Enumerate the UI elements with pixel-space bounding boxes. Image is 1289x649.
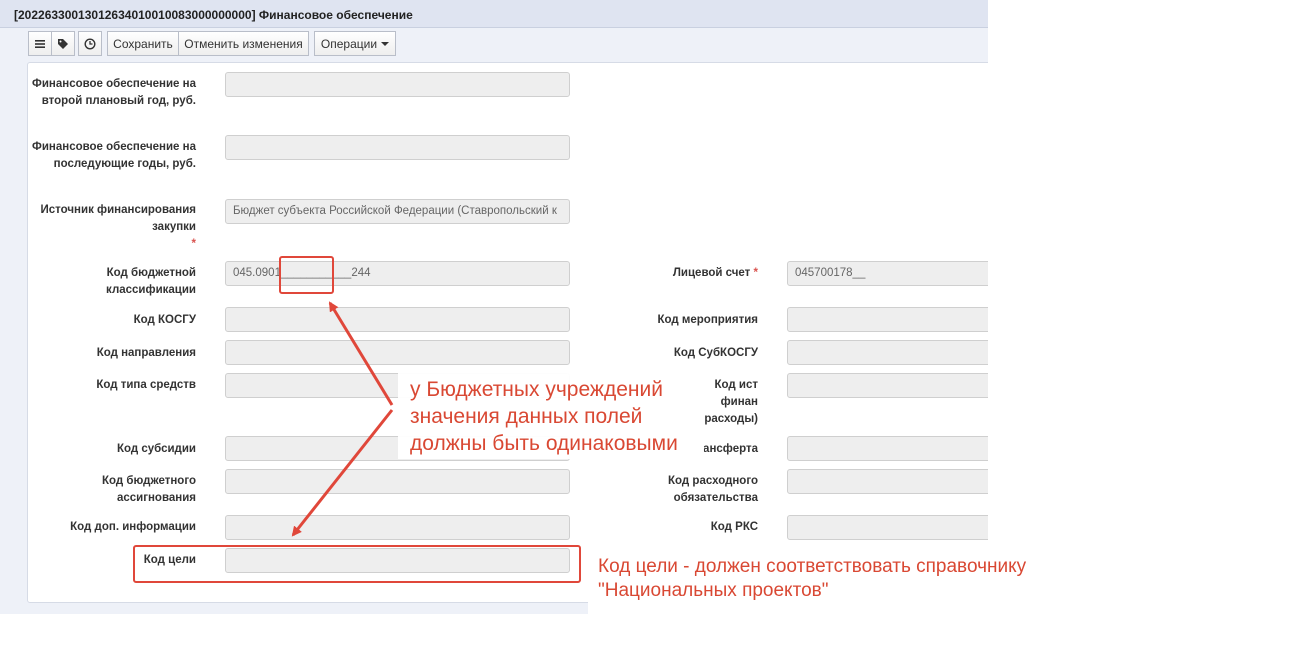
personal-account-label-text: Лицевой счет [672, 267, 751, 279]
goal-note-line: Код цели - должен соответствовать справо… [598, 556, 1027, 577]
kosgu-field[interactable] [225, 307, 570, 332]
budget-code-field[interactable]: 045.0901___________244 [225, 261, 570, 286]
label-sub-kosgu: Код СубКОСГУ [673, 347, 758, 359]
extra-info-field[interactable] [225, 515, 570, 540]
required-mark: * [753, 267, 758, 279]
event-code-field[interactable] [787, 307, 988, 332]
label-funds-type: Код типа средств [96, 379, 196, 391]
menu-button[interactable] [28, 31, 52, 56]
label-following-years: Финансовое обеспечение на последующие го… [32, 141, 196, 170]
highlight-budget-code-part [279, 256, 334, 294]
label-budget-allocation: Код бюджетного ассигнования [102, 475, 196, 504]
callout-line: значения данных полей [410, 405, 643, 428]
label-kosgu: Код КОСГУ [133, 314, 196, 326]
label-personal-account: Лицевой счет * [600, 265, 758, 282]
funding-source-label-text: Источник финансирования закупки [40, 204, 197, 233]
source-code-label-mid: финан [720, 396, 758, 408]
label-funding-source: Источник финансирования закупки * [30, 202, 197, 253]
app-window: [20226330013012634010010083000000000] Фи… [0, 0, 988, 614]
following-years-field[interactable] [225, 135, 570, 160]
second-plan-year-field[interactable] [225, 72, 570, 97]
expense-obligation-field[interactable] [787, 469, 988, 494]
history-button[interactable] [78, 31, 102, 56]
sub-kosgu-field[interactable] [787, 340, 988, 365]
direction-code-field[interactable] [225, 340, 570, 365]
toolbar: Сохранить Отменить изменения Операции [0, 28, 988, 62]
cancel-changes-button[interactable]: Отменить изменения [178, 31, 309, 56]
goal-note-line: "Национальных проектов" [598, 580, 829, 601]
label-expense-obligation: Код расходного обязательства [668, 475, 758, 504]
operations-dropdown[interactable]: Операции [314, 31, 396, 56]
required-mark: * [191, 238, 196, 250]
label-direction-code: Код направления [96, 347, 196, 359]
callout-line: у Бюджетных учреждений [410, 378, 663, 401]
label-rks-code: Код РКС [710, 521, 758, 533]
clock-icon [84, 37, 96, 50]
label-subsidy-code: Код субсидии [116, 443, 196, 455]
highlight-goal-code [133, 545, 581, 583]
chevron-down-icon [381, 41, 390, 46]
source-code-field[interactable] [787, 373, 988, 398]
tag-button[interactable] [51, 31, 75, 56]
transfer-code-field[interactable] [787, 436, 988, 461]
label-budget-code: Код бюджетной классификации [106, 267, 196, 296]
annotation-goal-note: Код цели - должен соответствовать справо… [598, 555, 1026, 603]
rks-code-field[interactable] [787, 515, 988, 540]
annotation-callout: у Бюджетных учреждений значения данных п… [410, 376, 678, 457]
title-bar: [20226330013012634010010083000000000] Фи… [0, 0, 988, 28]
source-code-label-bottom: расходы) [704, 413, 758, 425]
menu-icon [35, 39, 45, 48]
callout-line: должны быть одинаковыми [410, 432, 678, 455]
personal-account-field[interactable]: 045700178__ [787, 261, 988, 286]
window-title: [20226330013012634010010083000000000] Фи… [14, 8, 413, 22]
save-button[interactable]: Сохранить [107, 31, 179, 56]
label-extra-info: Код доп. информации [70, 521, 196, 533]
funding-source-field[interactable]: Бюджет субъекта Российской Федерации (Ст… [225, 199, 570, 224]
label-event-code: Код мероприятия [657, 314, 758, 326]
operations-label: Операции [320, 36, 378, 51]
label-second-plan-year: Финансовое обеспечение на второй плановы… [32, 78, 196, 107]
budget-allocation-field[interactable] [225, 469, 570, 494]
tag-icon [58, 38, 68, 49]
source-code-label-top: Код ист [714, 379, 758, 391]
